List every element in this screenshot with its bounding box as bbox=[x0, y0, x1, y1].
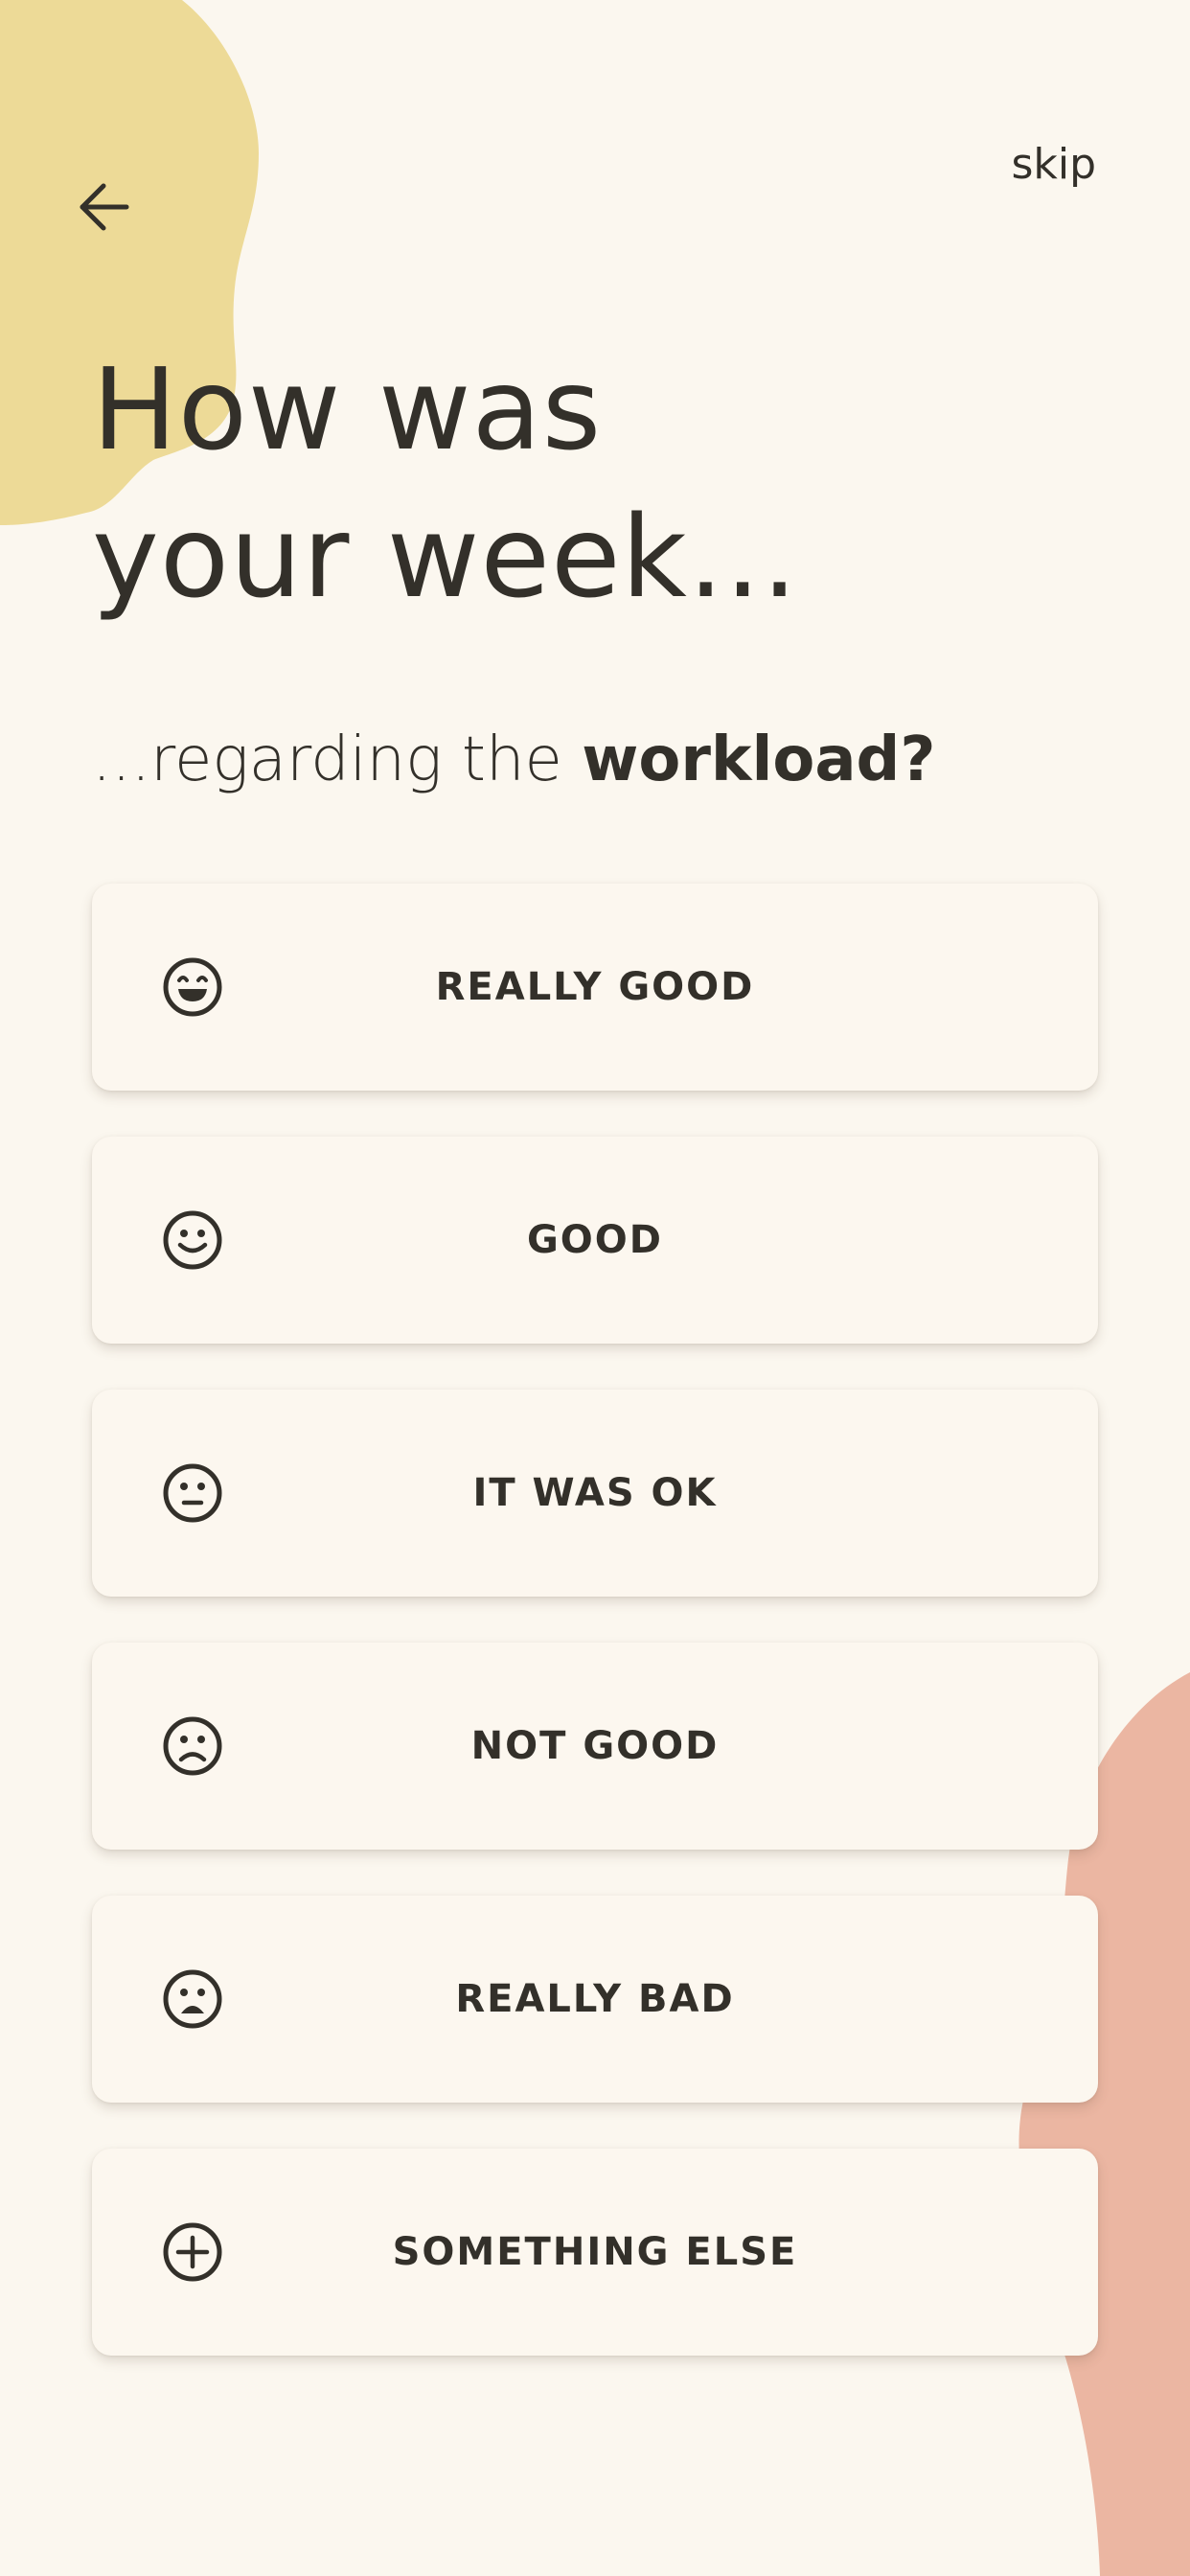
option-really-bad-button[interactable]: REALLY BAD bbox=[92, 1896, 1098, 2103]
skip-link[interactable]: skip bbox=[1011, 140, 1096, 189]
smiling-face-icon bbox=[163, 1210, 222, 1270]
option-really-good-button[interactable]: REALLY GOOD bbox=[92, 884, 1098, 1091]
option-something-else-button[interactable]: SOMETHING ELSE bbox=[92, 2149, 1098, 2356]
frowning-face-icon bbox=[163, 1716, 222, 1776]
option-label: GOOD bbox=[526, 1218, 664, 1262]
upset-face-icon bbox=[163, 1969, 222, 2029]
back-button[interactable] bbox=[69, 172, 138, 242]
title-line-2: your week... bbox=[92, 491, 799, 623]
arrow-left-icon bbox=[80, 183, 129, 231]
subtitle-emphasis: workload? bbox=[582, 724, 936, 795]
option-good-button[interactable]: GOOD bbox=[92, 1137, 1098, 1344]
option-label: NOT GOOD bbox=[470, 1724, 720, 1768]
answer-options: REALLY GOOD GOOD IT WAS OK NOT GOOD REAL… bbox=[92, 884, 1098, 2402]
neutral-face-icon bbox=[163, 1463, 222, 1523]
option-label: SOMETHING ELSE bbox=[392, 2230, 798, 2274]
option-it-was-ok-button[interactable]: IT WAS OK bbox=[92, 1390, 1098, 1597]
plus-circle-icon bbox=[163, 2222, 222, 2282]
option-label: IT WAS OK bbox=[472, 1471, 718, 1515]
option-not-good-button[interactable]: NOT GOOD bbox=[92, 1643, 1098, 1850]
option-label: REALLY BAD bbox=[455, 1977, 735, 2021]
grinning-face-icon bbox=[163, 957, 222, 1017]
question-subtitle: ...regarding the workload? bbox=[92, 724, 935, 795]
page-title: How was your week... bbox=[92, 335, 798, 631]
title-line-1: How was bbox=[92, 343, 603, 475]
option-label: REALLY GOOD bbox=[435, 965, 755, 1009]
subtitle-prefix: ...regarding the bbox=[92, 724, 583, 795]
